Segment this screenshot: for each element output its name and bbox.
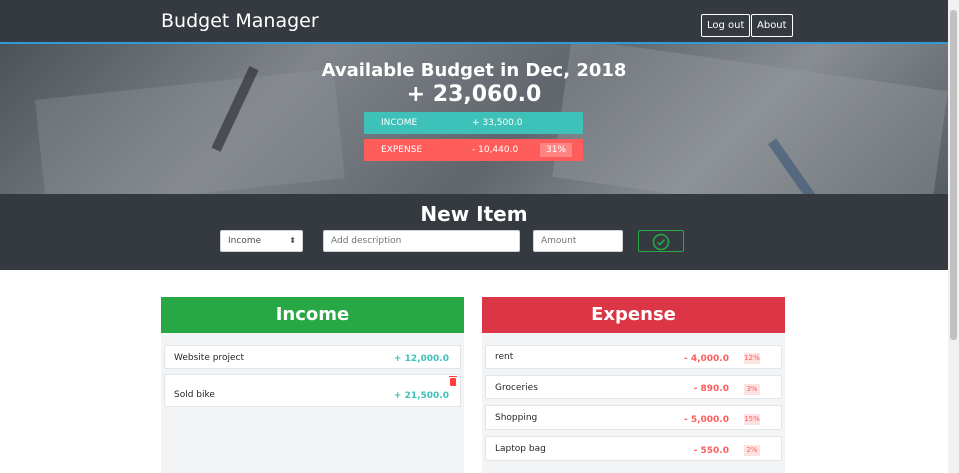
expense-percent-badge: 12%: [744, 353, 760, 364]
expense-summary-label: EXPENSE: [381, 145, 423, 155]
expense-panel-title: Expense: [482, 297, 785, 333]
income-panel: Income Website project + 12,000.0 Sold b…: [161, 297, 464, 473]
navbar: Budget Manager Log out About: [0, 0, 948, 44]
budget-title: Available Budget in Dec, 2018: [321, 60, 627, 81]
expense-summary-percent: 31%: [540, 143, 572, 157]
expense-summary-value: - 10,440.0: [472, 145, 519, 155]
expense-summary-bar: EXPENSE - 10,440.0 31%: [364, 139, 583, 161]
expense-item[interactable]: Groceries - 890.0 3%: [485, 375, 782, 399]
new-item-section: New Item Income ⬍ Add description Amount: [0, 194, 948, 270]
income-summary-bar: INCOME + 33,500.0: [364, 112, 583, 134]
expense-item[interactable]: Shopping - 5,000.0 15%: [485, 405, 782, 430]
budget-value: + 23,060.0: [406, 82, 542, 107]
amount-input[interactable]: Amount: [533, 230, 623, 252]
expense-percent-badge: 2%: [744, 445, 760, 456]
description-input[interactable]: Add description: [323, 230, 520, 252]
about-button[interactable]: About: [751, 14, 793, 37]
income-summary-value: + 33,500.0: [472, 118, 523, 128]
check-circle-icon: [652, 233, 670, 251]
type-select[interactable]: Income ⬍: [220, 230, 303, 252]
select-caret-icon: ⬍: [289, 236, 296, 245]
type-select-value: Income: [228, 236, 262, 246]
expense-item[interactable]: Laptop bag - 550.0 2%: [485, 436, 782, 461]
brand-title[interactable]: Budget Manager: [161, 10, 319, 32]
income-item[interactable]: Website project + 12,000.0: [164, 345, 461, 369]
logout-button[interactable]: Log out: [701, 14, 751, 37]
expense-percent-badge: 3%: [744, 384, 760, 395]
income-summary-label: INCOME: [381, 118, 418, 128]
new-item-title: New Item: [420, 202, 528, 226]
page-scrollbar[interactable]: [948, 0, 959, 473]
expense-percent-badge: 15%: [744, 414, 760, 425]
add-item-button[interactable]: [638, 230, 684, 252]
income-panel-title: Income: [161, 297, 464, 333]
income-item[interactable]: Sold bike + 21,500.0: [164, 374, 461, 407]
expense-item[interactable]: rent - 4,000.0 12%: [485, 345, 782, 369]
delete-icon[interactable]: [449, 376, 457, 386]
scrollbar-thumb[interactable]: [950, 10, 957, 340]
expense-panel: Expense rent - 4,000.0 12% Groceries - 8…: [482, 297, 785, 473]
